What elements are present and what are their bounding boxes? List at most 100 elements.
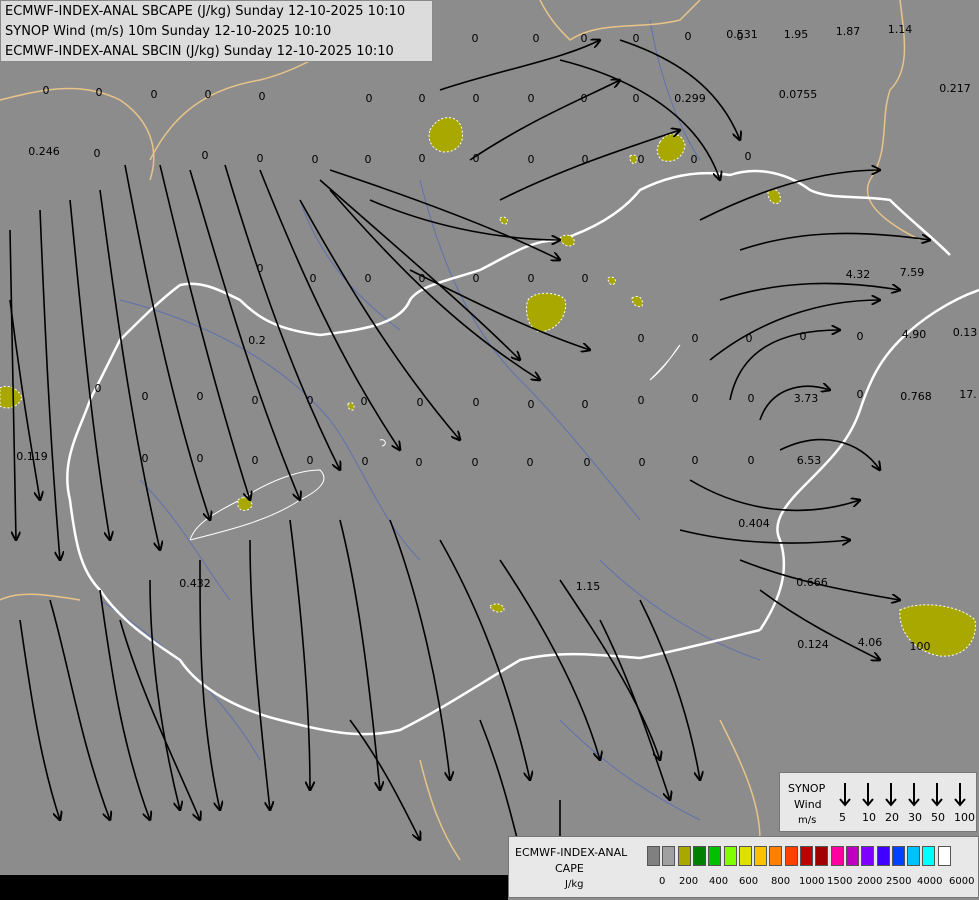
value-label: 0 xyxy=(748,392,755,405)
value-label: 0 xyxy=(205,88,212,101)
cape-color-swatch xyxy=(922,846,936,866)
value-label: 0 xyxy=(582,153,589,166)
value-label: 0 xyxy=(197,390,204,403)
value-label: 0 xyxy=(581,92,588,105)
value-label: 3.73 xyxy=(794,392,819,405)
value-label: 0 xyxy=(419,92,426,105)
value-label: 0 xyxy=(259,90,266,103)
synop-speed-label: 100 xyxy=(954,811,975,824)
cape-tick-label: 600 xyxy=(739,876,759,887)
value-label: 7.59 xyxy=(900,266,925,279)
cape-tick-label: 0 xyxy=(659,876,666,887)
value-label: 0.13 xyxy=(953,326,978,339)
synop-speed-label: 30 xyxy=(908,811,922,824)
cape-color-swatch xyxy=(830,846,844,866)
cape-color-swatch xyxy=(723,846,737,866)
value-label: 0 xyxy=(96,86,103,99)
value-label: 0.531 xyxy=(726,28,758,41)
value-label: 0 xyxy=(528,398,535,411)
cape-color-swatch xyxy=(708,846,722,866)
synop-legend-subtitle: Wind xyxy=(794,798,822,811)
cape-tick-label: 6000 xyxy=(949,876,975,887)
synop-speed-label: 10 xyxy=(862,811,876,824)
value-label: 1.87 xyxy=(836,25,861,38)
value-label: 0 xyxy=(142,452,149,465)
value-label: 0 xyxy=(95,382,102,395)
value-label: 0 xyxy=(197,452,204,465)
cape-tick-label: 1500 xyxy=(827,876,853,887)
value-label: 0 xyxy=(857,388,864,401)
value-label: 0 xyxy=(416,456,423,469)
value-label: 0 xyxy=(857,330,864,343)
value-label: 0 xyxy=(527,456,534,469)
value-label: 0 xyxy=(252,454,259,467)
title-sbcin: ECMWF-INDEX-ANAL SBCIN (J/kg) Sunday 12-… xyxy=(5,44,394,59)
synop-arrows xyxy=(839,783,966,807)
cape-color-swatch xyxy=(647,846,660,866)
synop-speed-label: 50 xyxy=(931,811,945,824)
value-label: 0.299 xyxy=(674,92,706,105)
cape-color-swatch xyxy=(907,846,921,866)
value-label: 0 xyxy=(419,152,426,165)
value-label: 0 xyxy=(638,394,645,407)
value-label: 0 xyxy=(419,272,426,285)
value-label: 0 xyxy=(365,272,372,285)
title-synop-wind: SYNOP Wind (m/s) 10m Sunday 12-10-2025 1… xyxy=(5,24,332,39)
value-label: 0 xyxy=(257,262,264,275)
map-canvas: 0 0 0 0 0 0 0.531 1.95 1.87 1.14 0 0 0 0 0 0 0 0 0 0 0 0.299 0… xyxy=(0,0,979,900)
synop-legend-unit: m/s xyxy=(798,815,817,826)
value-label: 17. xyxy=(959,388,977,401)
value-label: 0 xyxy=(252,394,259,407)
cape-tick-label: 400 xyxy=(709,876,729,887)
cape-color-swatch xyxy=(876,846,890,866)
value-label: 0 xyxy=(257,152,264,165)
value-label: 0 xyxy=(638,153,645,166)
value-label: 0 xyxy=(633,92,640,105)
value-label: 0 xyxy=(528,92,535,105)
value-label: 0 xyxy=(43,84,50,97)
value-label: 0 xyxy=(473,272,480,285)
value-label: 1.14 xyxy=(888,23,913,36)
value-label: 0 xyxy=(472,456,479,469)
value-label: 0 xyxy=(528,272,535,285)
synop-legend-title: SYNOP xyxy=(788,782,826,795)
value-label: 0.2 xyxy=(248,334,266,347)
value-label: 0.768 xyxy=(900,390,932,403)
synop-speed-label: 20 xyxy=(885,811,899,824)
value-label: 4.32 xyxy=(846,268,871,281)
cape-tick-label: 800 xyxy=(771,876,791,887)
cape-color-swatch xyxy=(845,846,859,866)
value-label: 0.404 xyxy=(738,517,770,530)
value-label: 0 xyxy=(417,396,424,409)
value-label: 0.217 xyxy=(939,82,971,95)
value-label: 0 xyxy=(639,456,646,469)
cape-tick-label: 2500 xyxy=(886,876,912,887)
value-label: 0 xyxy=(633,32,640,45)
value-label: 0 xyxy=(745,150,752,163)
value-label: 0.0755 xyxy=(779,88,818,101)
value-label: 0 xyxy=(692,332,699,345)
cape-color-legend: ECMWF-INDEX-ANAL CAPE J/kg 0 200 400 600 800… xyxy=(508,836,979,898)
value-label: 0 xyxy=(528,153,535,166)
map-background xyxy=(0,0,979,900)
value-label: 0.119 xyxy=(16,450,48,463)
map-title-box: ECMWF-INDEX-ANAL SBCAPE (J/kg) Sunday 12… xyxy=(0,0,433,62)
value-label: 6.53 xyxy=(797,454,822,467)
value-label: 0 xyxy=(582,272,589,285)
value-label: 0.124 xyxy=(797,638,829,651)
value-label: 0 xyxy=(362,455,369,468)
cape-color-swatch xyxy=(815,846,829,866)
cape-legend-unit: J/kg xyxy=(565,879,584,890)
value-label: 0 xyxy=(361,395,368,408)
value-label: 0 xyxy=(473,396,480,409)
value-label: 0 xyxy=(94,147,101,160)
value-label: 0 xyxy=(312,153,319,166)
cape-color-swatch xyxy=(692,846,706,866)
value-label: 0 xyxy=(533,32,540,45)
synop-speed-label: 5 xyxy=(839,811,846,824)
value-label: 100 xyxy=(910,640,931,653)
value-label: 0 xyxy=(473,152,480,165)
cape-tick-label: 2000 xyxy=(857,876,883,887)
cape-tick-label: 1000 xyxy=(799,876,825,887)
synop-wind-legend: SYNOP Wind m/s 5 10 20 30 50 100 xyxy=(779,772,977,832)
